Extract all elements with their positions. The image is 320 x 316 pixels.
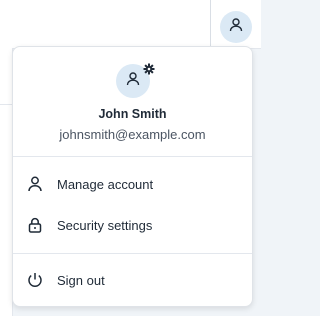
power-icon: [25, 270, 45, 290]
sign-out-label: Sign out: [57, 272, 105, 288]
user-icon: [125, 71, 141, 92]
security-settings-item[interactable]: Security settings: [13, 207, 252, 243]
gear-icon: [142, 62, 156, 76]
user-name: John Smith: [98, 107, 167, 121]
user-icon: [228, 17, 244, 38]
profile-section: John Smith johnsmith@example.com: [13, 47, 252, 157]
manage-account-item[interactable]: Manage account: [13, 166, 252, 202]
top-bar: [0, 0, 261, 49]
top-bar-divider: [210, 0, 211, 48]
user-email: johnsmith@example.com: [59, 127, 206, 142]
lock-icon: [25, 215, 45, 235]
account-avatar-button[interactable]: [220, 11, 252, 43]
profile-avatar: [116, 63, 155, 98]
security-settings-label: Security settings: [57, 217, 153, 233]
person-icon: [25, 174, 45, 194]
manage-account-label: Manage account: [57, 176, 154, 192]
sign-out-item[interactable]: Sign out: [13, 262, 252, 298]
divider: [0, 104, 12, 105]
